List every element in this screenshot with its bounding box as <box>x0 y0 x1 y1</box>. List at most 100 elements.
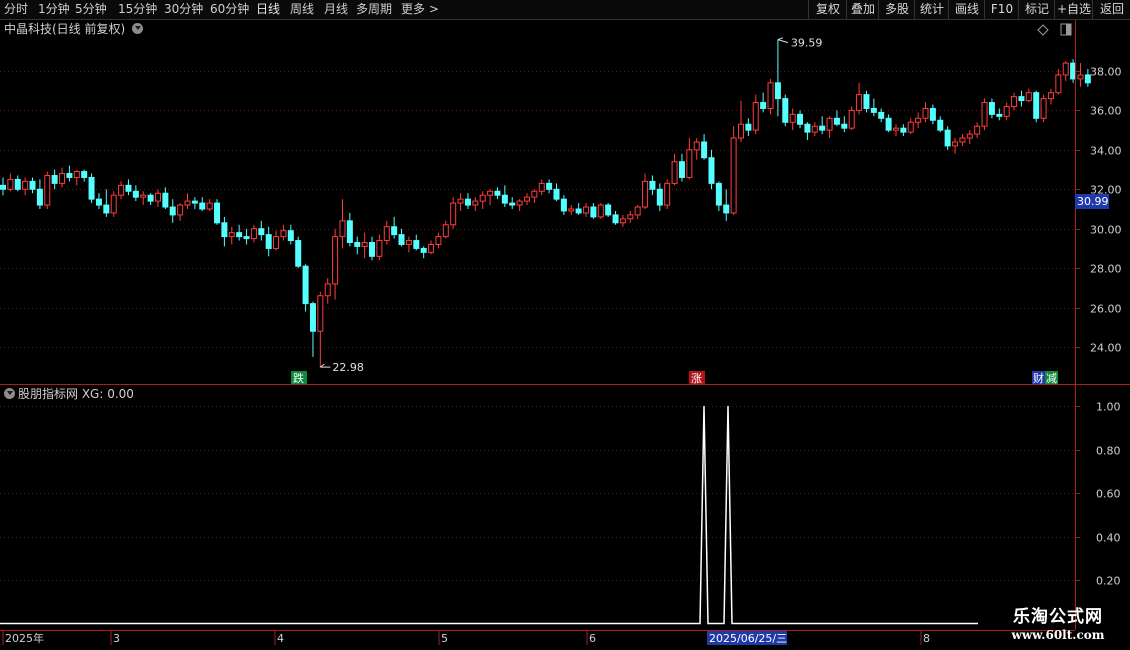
candle-body <box>428 243 435 253</box>
candle-body <box>59 173 66 184</box>
candle-body <box>560 198 567 212</box>
indicator-grid <box>0 406 1075 581</box>
candle-body <box>236 232 243 238</box>
candle-body <box>125 184 132 192</box>
candle-body <box>354 242 361 247</box>
candle-body <box>966 133 973 139</box>
candle-body <box>494 190 501 196</box>
candle-body <box>1077 74 1084 80</box>
indicator-tick-label: 0.40 <box>1096 532 1121 545</box>
price-tick-label: 36.00 <box>1090 105 1122 118</box>
indicator-tick-label: 0.60 <box>1096 488 1121 501</box>
date-tick-label: 5 <box>441 632 448 645</box>
watermark: 乐淘公式网 www.60lt.com <box>988 606 1128 643</box>
candle-body <box>649 180 656 190</box>
candle-body <box>701 141 708 159</box>
candle-body <box>892 127 899 131</box>
candle-body <box>169 206 176 216</box>
candle-body <box>693 141 700 151</box>
candle-body <box>900 127 907 133</box>
candle-body <box>95 198 102 206</box>
indicator-pane-header: 股朋指标网 XG: 0.00 <box>4 386 134 402</box>
candle-body <box>73 171 80 178</box>
candle-body <box>538 182 545 192</box>
candle-body <box>929 107 936 121</box>
candle-body <box>221 222 228 238</box>
current-price-label: 30.99 <box>1077 195 1109 208</box>
candle-body <box>981 102 988 127</box>
candle-body <box>952 141 959 147</box>
candle-body <box>959 137 966 143</box>
indicator-tick-label: 0.20 <box>1096 575 1121 588</box>
candle-body <box>258 228 265 236</box>
candle-body <box>442 224 449 238</box>
candle-body <box>627 214 634 220</box>
candle-body <box>715 182 722 206</box>
candle-body <box>346 220 353 244</box>
watermark-title: 乐淘公式网 <box>1013 607 1103 627</box>
candle-body <box>619 218 626 224</box>
signal-fall-text: 跌 <box>293 371 304 385</box>
signal-reduce-text: 减 <box>1046 372 1057 385</box>
candle-body <box>774 82 781 100</box>
candle-body <box>487 190 494 196</box>
candle-body <box>944 129 951 147</box>
candle-body <box>752 102 759 131</box>
window-toggle-fill <box>1066 24 1071 35</box>
candle-body <box>833 117 840 125</box>
price-tick-label: 28.00 <box>1090 263 1122 276</box>
candle-body <box>738 123 744 139</box>
candle-body <box>1055 74 1062 94</box>
date-tick-label: 4 <box>277 632 284 645</box>
candle-body <box>265 234 272 249</box>
candle-body <box>317 295 324 332</box>
indicator-title: 股朋指标网 XG: 0.00 <box>18 387 134 401</box>
candle-body <box>29 180 36 190</box>
candle-body <box>36 188 43 206</box>
candle-body <box>516 200 523 206</box>
candle-body <box>546 182 553 190</box>
date-tick-label: 8 <box>923 632 930 645</box>
xg-indicator-line <box>0 405 978 625</box>
candle-body <box>664 182 671 206</box>
candle-body <box>642 180 649 208</box>
candle-body <box>531 190 538 198</box>
candle-body <box>154 192 161 202</box>
candle-body <box>856 94 863 111</box>
candle-body <box>324 283 331 297</box>
candle-body <box>110 194 117 214</box>
candle-body <box>250 228 257 240</box>
candle-body <box>656 188 663 206</box>
candle-body <box>1018 96 1025 102</box>
price-tick-label: 34.00 <box>1090 145 1122 158</box>
main-pane-bg <box>0 38 1075 384</box>
candle-body <box>612 214 619 224</box>
candle-body <box>420 247 427 253</box>
candle-body <box>81 171 88 178</box>
candle-body <box>575 208 582 214</box>
candle-body <box>1011 96 1018 107</box>
candle-body <box>553 188 560 200</box>
diamond-icon[interactable] <box>1037 24 1049 36</box>
candle-body <box>708 157 715 184</box>
kline-chart: 38.0036.0034.0032.0030.0028.0026.0024.00… <box>0 20 1130 650</box>
candle-body <box>885 117 892 131</box>
candle-body <box>988 102 995 115</box>
low-label: 22.98 <box>332 361 364 374</box>
candle-body <box>671 161 678 184</box>
candle-body <box>848 109 855 129</box>
candle-body <box>870 107 877 113</box>
candle-body <box>509 202 516 206</box>
candle-body <box>686 149 693 178</box>
top-right-icons <box>1037 23 1072 36</box>
candle-body <box>273 236 280 249</box>
candle-body <box>678 161 685 178</box>
candle-body <box>841 123 848 129</box>
date-axis-bg <box>0 630 1130 650</box>
candle-body <box>184 200 191 206</box>
candle-body <box>583 206 590 214</box>
signal-rise-text: 涨 <box>691 372 702 385</box>
indicator-dropdown-icon[interactable] <box>4 388 15 399</box>
candle-body <box>435 236 442 245</box>
candle-body <box>7 178 14 190</box>
